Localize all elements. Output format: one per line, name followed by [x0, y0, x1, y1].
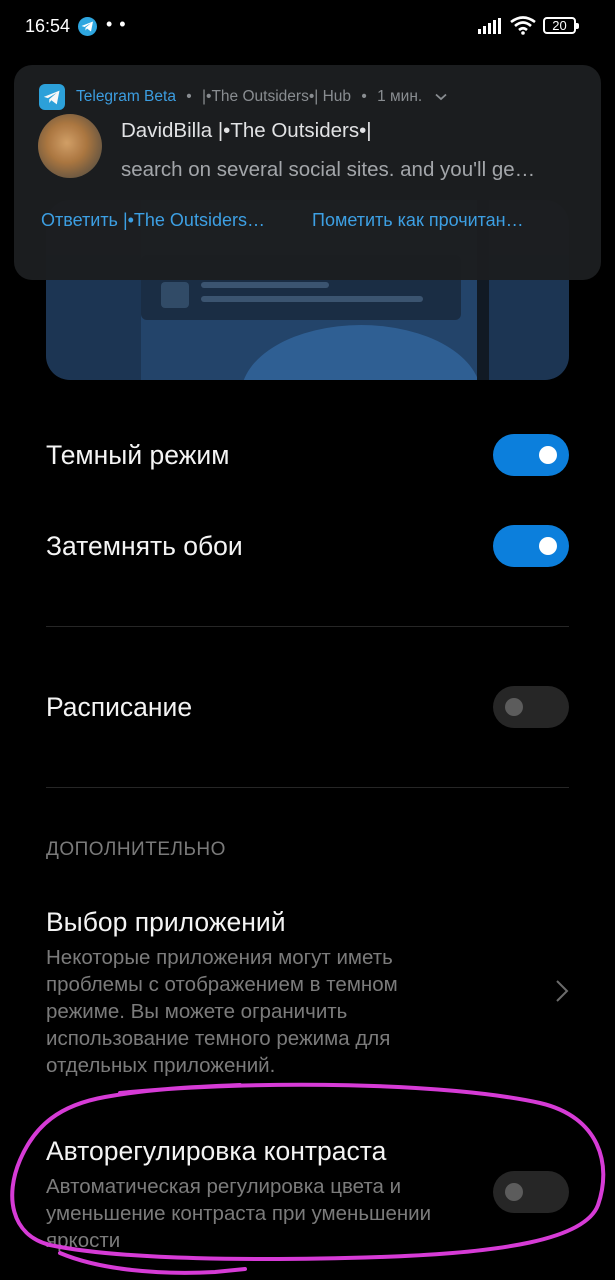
telegram-notification[interactable]: Telegram Beta • |•The Outsiders•| Hub • … [14, 65, 601, 280]
dark-mode-label: Темный режим [46, 440, 230, 470]
app-selection-title: Выбор приложений [46, 907, 286, 937]
telegram-icon [78, 17, 97, 36]
status-bar: 16:54 • • 20 [0, 0, 615, 56]
notification-header: Telegram Beta • |•The Outsiders•| Hub • … [76, 88, 447, 106]
section-header-additional: ДОПОЛНИТЕЛЬНО [46, 839, 226, 860]
reply-button[interactable]: Ответить |•The Outsiders… [41, 210, 265, 231]
battery-icon: 20 [543, 17, 579, 34]
notification-dots: • • [106, 14, 127, 34]
chevron-right-icon [555, 979, 569, 1008]
notification-separator: • [186, 88, 192, 106]
auto-contrast-description: Автоматическая регулировка цвета и умень… [46, 1175, 432, 1252]
notification-separator: • [361, 88, 367, 106]
dim-wallpaper-toggle[interactable] [493, 525, 569, 567]
mark-as-read-button[interactable]: Пометить как прочитан… [312, 210, 524, 231]
auto-contrast-toggle[interactable] [493, 1171, 569, 1213]
signal-icon [478, 18, 502, 39]
dim-wallpaper-label: Затемнять обои [46, 531, 243, 561]
schedule-toggle[interactable] [493, 686, 569, 728]
divider [46, 787, 569, 788]
wifi-icon [510, 16, 536, 40]
divider [46, 626, 569, 627]
battery-level: 20 [552, 18, 567, 33]
notification-time: 1 мин. [377, 88, 423, 106]
auto-contrast-title: Авторегулировка контраста [46, 1136, 387, 1166]
notification-body: search on several social sites. and you'… [121, 158, 536, 181]
notification-title: DavidBilla |•The Outsiders•| [121, 119, 372, 142]
schedule-label: Расписание [46, 692, 193, 722]
chevron-down-icon[interactable] [434, 88, 447, 106]
dark-mode-toggle[interactable] [493, 434, 569, 476]
notification-group: |•The Outsiders•| Hub [202, 88, 352, 106]
status-time: 16:54 [25, 16, 71, 36]
telegram-app-icon [39, 84, 65, 110]
notification-app-name: Telegram Beta [76, 88, 176, 106]
avatar [38, 114, 102, 178]
app-selection-description: Некоторые приложения могут иметь проблем… [46, 946, 398, 1077]
